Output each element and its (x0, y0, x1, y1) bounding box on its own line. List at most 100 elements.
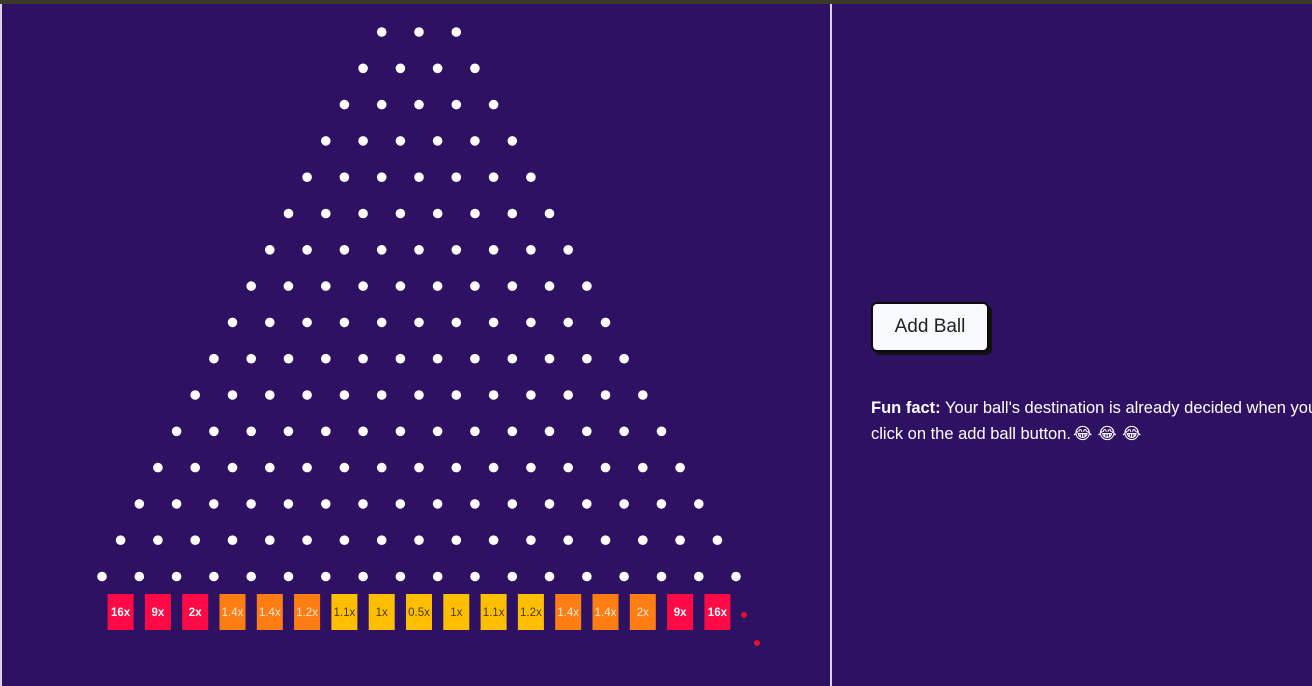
peg (619, 499, 629, 509)
peg (414, 535, 424, 545)
peg (582, 353, 592, 364)
multiplier-label: 1.4x (222, 607, 244, 619)
peg (283, 499, 294, 509)
peg (153, 462, 163, 473)
peg (507, 208, 518, 219)
peg (694, 571, 704, 582)
peg (395, 136, 406, 146)
laughing-emoji-icon: 😂 😂 😂 (1072, 424, 1142, 443)
peg (376, 535, 387, 545)
peg (600, 535, 611, 545)
peg (563, 535, 573, 545)
peg (563, 462, 573, 473)
multiplier-label: 1x (376, 607, 388, 619)
multiplier-slot: 16x (704, 594, 731, 630)
peg (376, 172, 387, 182)
multiplier-label: 1.2x (520, 607, 542, 619)
peg (656, 426, 667, 437)
peg (321, 136, 331, 146)
peg (358, 63, 368, 74)
plinko-board: 16x 9x 2x 1.4x 1.4x 1.2x 1.1x 1x 0.5x 1x 1.1x 1.2x 1… (0, 4, 832, 686)
peg (153, 535, 163, 545)
peg (432, 281, 443, 291)
peg (451, 462, 462, 473)
add-ball-button[interactable]: Add Ball (871, 302, 989, 352)
peg (302, 462, 312, 473)
peg (451, 317, 462, 328)
peg (488, 172, 499, 182)
peg (526, 462, 536, 473)
fun-fact-heading: Fun fact: (871, 399, 941, 417)
peg (265, 390, 275, 400)
peg (414, 317, 424, 328)
peg (209, 426, 219, 437)
peg (321, 499, 331, 509)
peg (432, 499, 443, 509)
peg (265, 535, 275, 545)
peg (582, 499, 592, 509)
multiplier-slot: 9x (667, 594, 694, 630)
multiplier-slot: 2x (182, 594, 209, 630)
peg (414, 245, 424, 255)
peg (209, 571, 219, 582)
peg (432, 63, 443, 74)
peg (190, 535, 200, 545)
peg (302, 535, 312, 545)
multiplier-slot: 1.4x (592, 594, 619, 630)
peg (432, 426, 443, 437)
peg (507, 499, 518, 509)
peg (395, 571, 406, 582)
peg (414, 462, 424, 473)
peg (488, 99, 499, 110)
peg (656, 499, 667, 509)
fun-fact: Fun fact: Your ball's destination is alr… (871, 396, 1312, 447)
peg (675, 462, 685, 473)
peg (638, 535, 648, 545)
peg (209, 353, 219, 364)
peg (470, 353, 480, 364)
peg (656, 571, 667, 582)
multiplier-label: 9x (152, 607, 165, 619)
peg (358, 353, 368, 364)
peg (414, 27, 424, 37)
multiplier-slot: 16x (107, 594, 134, 630)
peg (376, 99, 387, 110)
peg (339, 462, 350, 473)
peg (339, 317, 350, 328)
peg (302, 390, 312, 400)
peg (414, 172, 424, 182)
peg (171, 571, 182, 582)
peg (134, 571, 145, 582)
peg (339, 245, 350, 255)
peg (488, 535, 499, 545)
multiplier-label: 9x (674, 607, 687, 619)
peg (246, 281, 256, 291)
peg (171, 499, 182, 509)
peg (283, 281, 294, 291)
peg (712, 535, 723, 545)
peg (395, 353, 406, 364)
peg (544, 208, 555, 219)
peg (358, 426, 368, 437)
peg (470, 208, 480, 219)
peg (395, 499, 406, 509)
peg (283, 571, 294, 582)
peg (470, 281, 480, 291)
peg (638, 462, 648, 473)
multiplier-label: 16x (111, 607, 131, 619)
multiplier-slot: 1.4x (256, 594, 283, 630)
peg (227, 317, 238, 328)
peg (526, 245, 536, 255)
peg (302, 245, 312, 255)
multiplier-slot: 1.1x (480, 594, 507, 630)
peg (451, 390, 462, 400)
peg (376, 27, 387, 37)
control-panel: Add Ball Fun fact: Your ball's destinati… (834, 4, 1312, 686)
peg (432, 208, 443, 219)
peg (470, 571, 480, 582)
peg (339, 172, 350, 182)
peg (376, 390, 387, 400)
peg (432, 353, 443, 364)
multiplier-label: 1.4x (557, 607, 579, 619)
peg (488, 245, 499, 255)
